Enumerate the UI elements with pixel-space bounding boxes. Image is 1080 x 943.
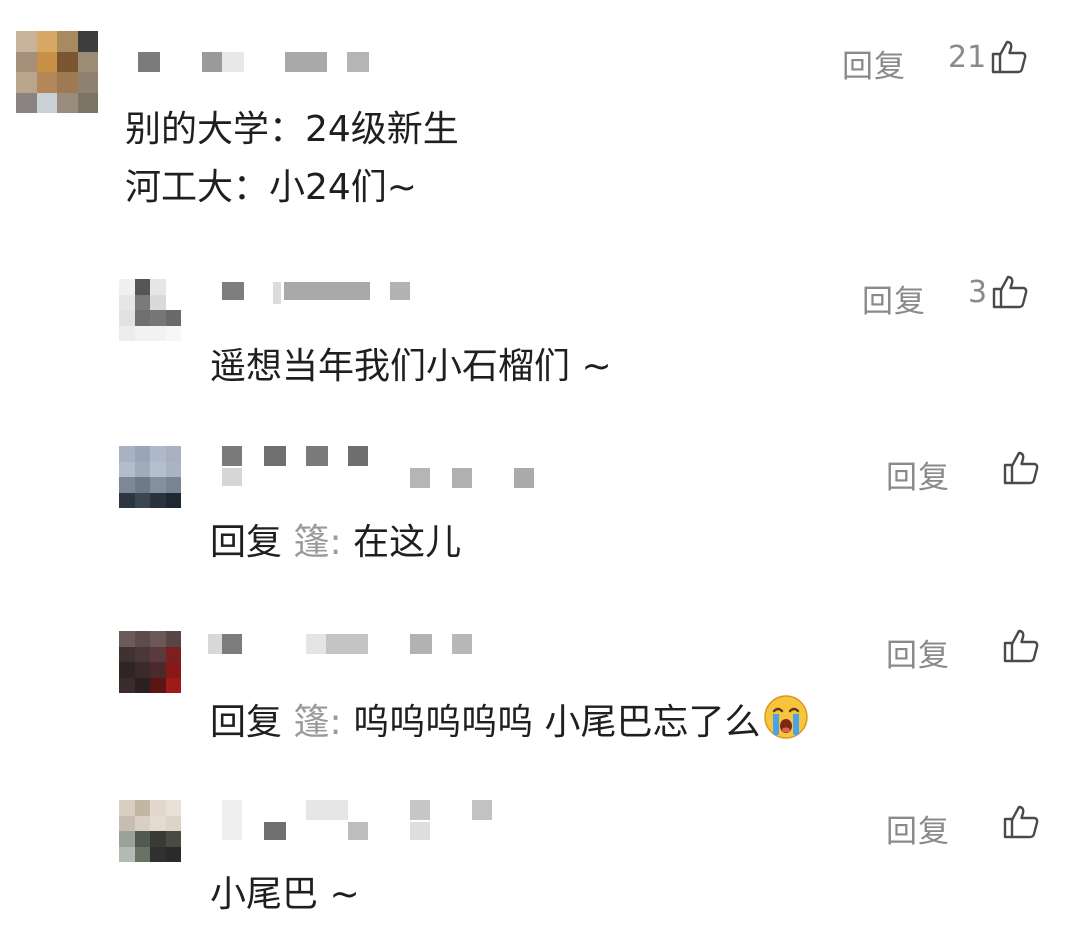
like-button[interactable] <box>998 803 1040 841</box>
avatar[interactable] <box>119 800 181 862</box>
comment-text: 小尾巴 ~ <box>210 874 360 915</box>
thumbs-up-icon <box>1002 803 1040 841</box>
comment-5: 回复 小尾巴 ~ <box>0 0 1080 943</box>
reply-button[interactable]: 回复 <box>886 806 950 851</box>
